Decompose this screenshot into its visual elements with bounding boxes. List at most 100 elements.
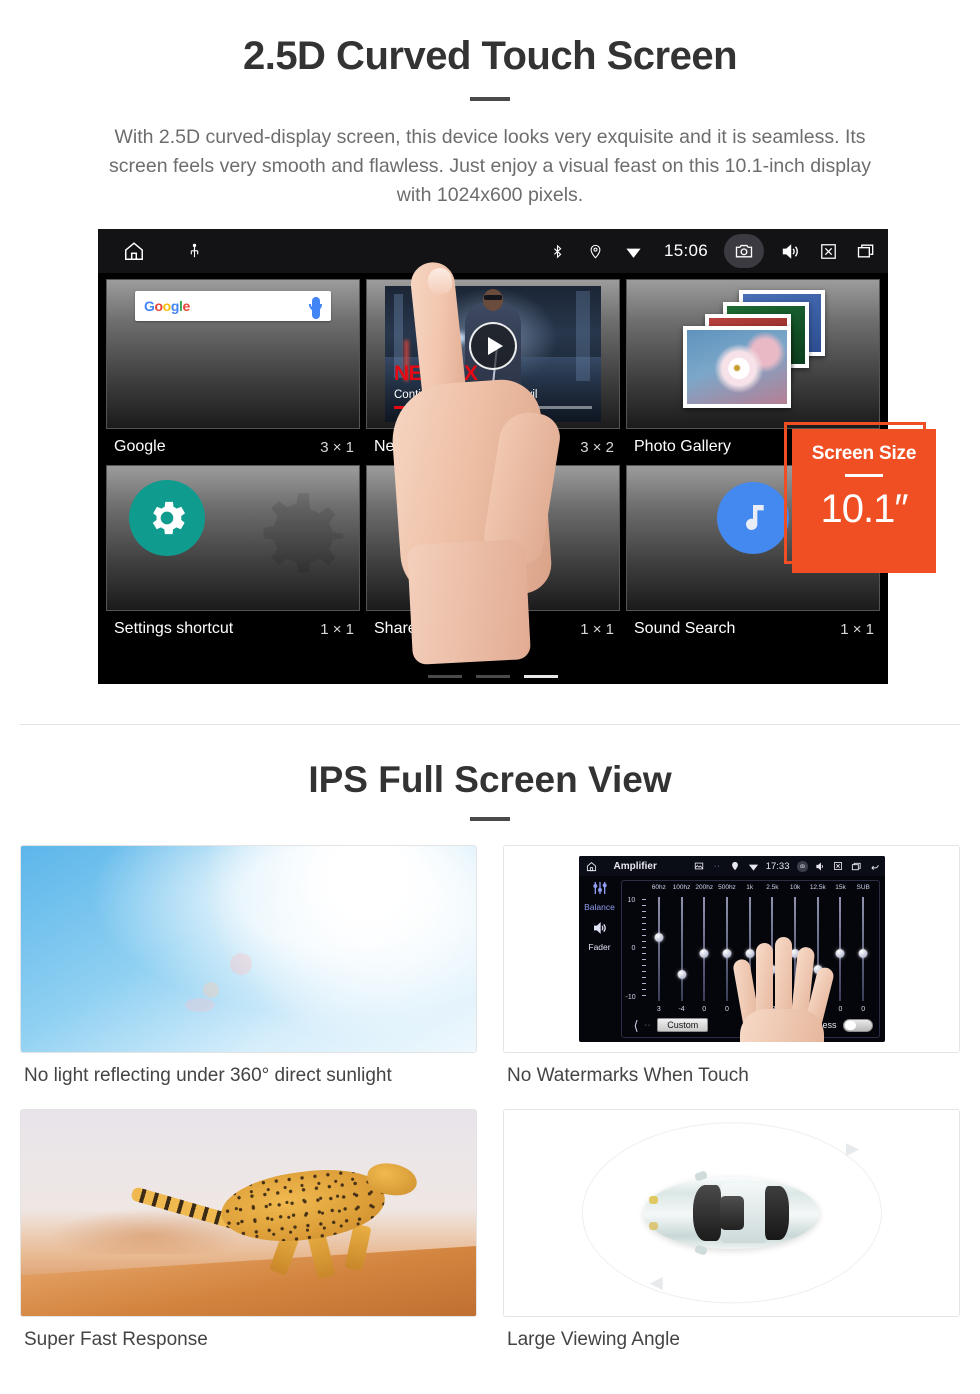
back-arrow-icon[interactable]: [869, 861, 880, 872]
widget-cell-google[interactable]: Google Google 3 × 1: [106, 279, 360, 465]
widget-name: Google: [114, 438, 166, 455]
location-icon[interactable]: [584, 239, 608, 263]
fader-label: Fader: [588, 942, 611, 952]
equalizer-band-labels: 60hz 100hz 200hz 500hz 1k 2.5k 10k 12.5k: [622, 881, 879, 891]
page-dot-1[interactable]: [428, 675, 462, 678]
fader-button[interactable]: Fader: [579, 920, 621, 952]
photo-gallery-widget-preview[interactable]: [626, 279, 880, 429]
widget-cell-settings-shortcut[interactable]: Settings shortcut 1 × 1: [106, 465, 360, 647]
band-value: 0: [838, 1006, 843, 1013]
eq-slider-9[interactable]: [852, 897, 875, 1001]
feature-card-grid: No light reflecting under 360° direct su…: [20, 845, 960, 1361]
section1-heading: 2.5D Curved Touch Screen: [242, 34, 738, 78]
band-label: 10k: [789, 884, 801, 891]
rotation-arrow-bottom-icon: ◀: [649, 1273, 663, 1293]
eq-slider-0[interactable]: [648, 897, 671, 1001]
wifi-icon[interactable]: [622, 239, 646, 263]
sunlight-sky-photo: [20, 845, 477, 1053]
band-label: 500hz: [718, 884, 736, 891]
running-cheetah-photo: [20, 1109, 477, 1317]
close-box-icon[interactable]: [833, 861, 844, 872]
heading-rule: [470, 97, 510, 101]
google-search-widget-preview[interactable]: Google: [106, 279, 360, 429]
widget-row-2: Settings shortcut 1 × 1 G Share location…: [106, 465, 880, 647]
settings-widget-preview[interactable]: [106, 465, 360, 611]
bluetooth-icon[interactable]: [546, 239, 570, 263]
widget-name: Sound Search: [634, 620, 736, 637]
gear-icon[interactable]: [129, 480, 205, 556]
microphone-icon[interactable]: [309, 297, 322, 319]
eq-slider-2[interactable]: [693, 897, 716, 1001]
eq-slider-7[interactable]: [806, 897, 829, 1001]
car-top-view: [644, 1170, 819, 1256]
volume-icon[interactable]: [815, 861, 826, 872]
band-value: -3: [769, 1006, 776, 1013]
widget-cell-share-location[interactable]: G Share location 1 × 1: [366, 465, 620, 647]
netflix-widget-preview[interactable]: NETFLIX Continue Marvel's Daredevil: [366, 279, 620, 429]
widget-size: 1 × 1: [320, 620, 354, 638]
equalizer-sliders[interactable]: [648, 897, 875, 1001]
page-indicator-dots[interactable]: [98, 675, 888, 678]
gallery-icon[interactable]: [694, 861, 705, 872]
gear-icon-watermark: [247, 484, 357, 594]
google-logo: Google: [144, 298, 190, 314]
volume-icon[interactable]: [778, 239, 802, 263]
location-icon[interactable]: [730, 861, 741, 872]
camera-icon[interactable]: [796, 860, 808, 872]
rotation-arrow-top-icon: ▶: [845, 1138, 859, 1158]
home-icon[interactable]: [122, 239, 146, 263]
band-value: 3: [656, 1006, 661, 1013]
recent-apps-icon[interactable]: [854, 239, 878, 263]
more-icon[interactable]: ··: [712, 861, 723, 872]
page-dot-3-active[interactable]: [524, 675, 558, 678]
widget-cell-netflix[interactable]: NETFLIX Continue Marvel's Daredevil Netf…: [366, 279, 620, 465]
feature-card-watermarks: Amplifier ·· 17:33 Balance Fader 60hz 10…: [503, 845, 960, 1097]
camera-icon[interactable]: [724, 234, 764, 268]
balance-label: Balance: [584, 902, 615, 912]
home-icon[interactable]: [586, 861, 597, 872]
google-maps-icon[interactable]: G: [409, 476, 477, 538]
back-arrow-icon[interactable]: ⟨: [634, 1019, 639, 1032]
band-label: SUB: [856, 884, 870, 891]
eq-slider-4[interactable]: [738, 897, 761, 1001]
widget-name: Settings shortcut: [114, 620, 234, 637]
band-value: -4: [678, 1006, 685, 1013]
widget-picker-grid: Google Google 3 × 1 NETFLIX Continue Mar…: [98, 273, 888, 647]
screen-size-badge-value: 10.1″: [820, 487, 908, 531]
android-home-screen: 15:06 Google Google 3 × 1 NETFLIX Contin…: [98, 229, 888, 684]
widget-size: 3 × 1: [320, 438, 354, 456]
eq-slider-6[interactable]: [784, 897, 807, 1001]
usb-icon[interactable]: [182, 239, 206, 263]
loudness-toggle[interactable]: [842, 1018, 873, 1032]
widget-name: Share location: [374, 620, 477, 637]
section1-paragraph: With 2.5D curved-display screen, this de…: [109, 126, 871, 206]
eq-slider-5[interactable]: [761, 897, 784, 1001]
share-location-widget-preview[interactable]: G: [366, 465, 620, 611]
preset-button[interactable]: Custom: [657, 1018, 709, 1032]
band-label: 15k: [835, 884, 846, 891]
section2-heading: IPS Full Screen View: [308, 759, 672, 800]
car-top-view-illustration: ▶ ◀: [503, 1109, 960, 1317]
amplifier-screen: Amplifier ·· 17:33 Balance Fader 60hz 10…: [578, 856, 885, 1042]
recent-apps-icon[interactable]: [851, 861, 862, 872]
status-bar-clock: 15:06: [663, 241, 708, 260]
widget-label-share-location: Share location 1 × 1: [366, 611, 620, 647]
eq-slider-1[interactable]: [670, 897, 693, 1001]
equalizer-sliders-icon: [592, 882, 607, 894]
amplifier-side-panel: Balance Fader: [579, 876, 621, 1042]
equalizer-values: 3 -4 0 0 0 -3 0 -3 0 0: [648, 1006, 875, 1013]
equalizer-scale: 10 0 -10: [626, 897, 646, 1001]
widget-label-netflix: Netflix 3 × 2: [366, 429, 620, 465]
page-dot-2[interactable]: [476, 675, 510, 678]
close-box-icon[interactable]: [816, 239, 840, 263]
balance-button[interactable]: Balance: [579, 880, 621, 912]
google-search-bar[interactable]: Google: [135, 291, 331, 321]
eq-slider-8[interactable]: [829, 897, 852, 1001]
amplifier-status-bar: Amplifier ·· 17:33: [578, 856, 885, 876]
feature-caption-sunlight: No light reflecting under 360° direct su…: [24, 1065, 392, 1086]
wifi-icon[interactable]: [748, 861, 759, 872]
eq-slider-3[interactable]: [716, 897, 739, 1001]
music-note-icon[interactable]: [717, 482, 789, 554]
photo-stack-icon: [627, 280, 879, 428]
preset-dots: ··: [644, 1021, 652, 1029]
